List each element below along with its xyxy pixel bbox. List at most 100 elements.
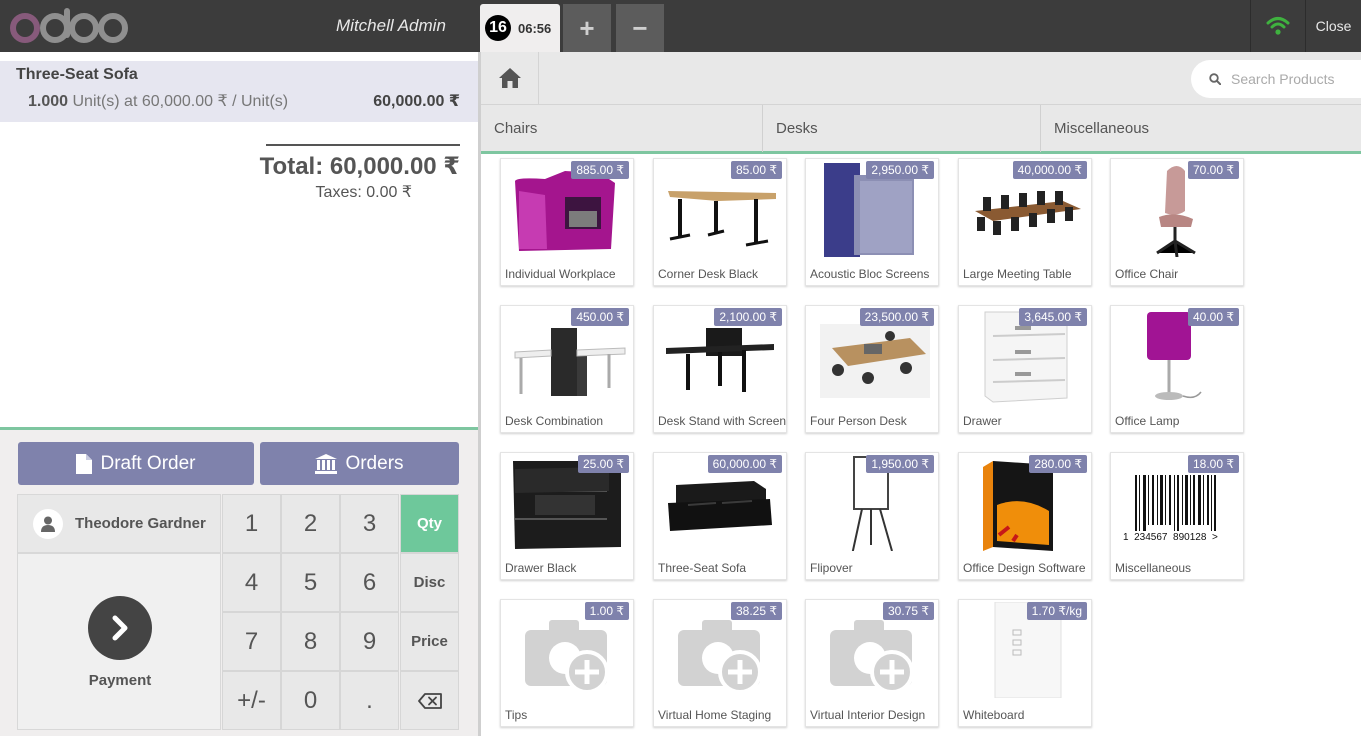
- product-card[interactable]: 1,950.00 ₹ Flipover: [805, 452, 939, 580]
- product-name: Acoustic Bloc Screens: [810, 267, 930, 281]
- product-name: Drawer Black: [505, 561, 577, 575]
- orders-label: Orders: [345, 452, 404, 474]
- product-name: Corner Desk Black: [658, 267, 759, 281]
- product-price: 1.70 ₹/kg: [1026, 602, 1087, 620]
- orders-button[interactable]: Orders: [260, 442, 459, 485]
- close-button[interactable]: Close: [1305, 0, 1361, 52]
- product-topbar: [481, 52, 1361, 104]
- numpad: 1 2 3 Qty 4 5 6 Disc 7 8 9 Price +/- 0 .: [222, 494, 459, 730]
- product-name: Office Chair: [1115, 267, 1179, 281]
- product-price: 60,000.00 ₹: [707, 455, 782, 473]
- order-line-unit: Unit(s) at 60,000.00 ₹ / Unit(s): [72, 93, 289, 110]
- product-card[interactable]: 70.00 ₹ Office Chair: [1110, 158, 1244, 286]
- backspace-button[interactable]: [400, 671, 459, 730]
- product-price: 38.25 ₹: [731, 602, 782, 620]
- add-order-button[interactable]: +: [563, 4, 611, 52]
- order-number-badge: 16: [485, 15, 511, 41]
- product-card[interactable]: 2,950.00 ₹ Acoustic Bloc Screens: [805, 158, 939, 286]
- category-bar: Chairs Desks Miscellaneous: [481, 104, 1361, 154]
- product-card[interactable]: 25.00 ₹ Drawer Black: [500, 452, 634, 580]
- order-container: Three-Seat Sofa 1.000 Unit(s) at 60,000.…: [0, 52, 478, 430]
- product-card[interactable]: 450.00 ₹ Desk Combination: [500, 305, 634, 433]
- mode-disc-button[interactable]: Disc: [400, 553, 459, 612]
- product-price: 885.00 ₹: [571, 161, 629, 179]
- product-card[interactable]: 280.00 ₹ Office Design Software: [958, 452, 1092, 580]
- numpad-key-4[interactable]: 4: [222, 553, 281, 612]
- product-price: 70.00 ₹: [1188, 161, 1239, 179]
- product-list: 885.00 ₹ Individual Workplace 85.00 ₹ Co…: [481, 154, 1361, 736]
- category-miscellaneous[interactable]: Miscellaneous: [1041, 105, 1361, 152]
- bank-icon: [315, 453, 338, 474]
- numpad-key-plus-minus[interactable]: +/-: [222, 671, 281, 730]
- search-box[interactable]: [1191, 60, 1361, 98]
- numpad-key-3[interactable]: 3: [340, 494, 399, 553]
- product-screen: Chairs Desks Miscellaneous 885.00 ₹ Indi…: [478, 52, 1361, 736]
- product-name: Desk Stand with Screen: [658, 414, 787, 428]
- user-icon: [33, 508, 63, 539]
- search-input[interactable]: [1231, 71, 1351, 87]
- numpad-key-2[interactable]: 2: [281, 494, 340, 553]
- payment-label: Payment: [88, 672, 152, 689]
- draft-order-button[interactable]: Draft Order: [18, 442, 254, 485]
- product-name: Flipover: [810, 561, 853, 575]
- product-name: Drawer: [963, 414, 1002, 428]
- top-bar: Mitchell Admin 16 06:56 + − Close: [0, 0, 1361, 52]
- category-chairs[interactable]: Chairs: [481, 105, 763, 152]
- barcode-text: 1 234567 890128 >: [1123, 532, 1218, 543]
- order-line-info: 1.000 Unit(s) at 60,000.00 ₹ / Unit(s): [28, 91, 288, 111]
- cashier-name[interactable]: Mitchell Admin: [336, 16, 446, 36]
- product-name: Office Lamp: [1115, 414, 1180, 428]
- product-name: Virtual Home Staging: [658, 708, 772, 722]
- product-card[interactable]: 38.25 ₹ Virtual Home Staging: [653, 599, 787, 727]
- product-name: Four Person Desk: [810, 414, 907, 428]
- numpad-key-1[interactable]: 1: [222, 494, 281, 553]
- product-card[interactable]: 1.00 ₹ Tips: [500, 599, 634, 727]
- order-tab-16[interactable]: 16 06:56: [480, 4, 560, 52]
- order-taxes: Taxes: 0.00 ₹: [315, 184, 412, 201]
- search-icon: [1209, 73, 1221, 85]
- order-line-selected[interactable]: Three-Seat Sofa 1.000 Unit(s) at 60,000.…: [0, 61, 478, 122]
- product-card[interactable]: 40.00 ₹ Office Lamp: [1110, 305, 1244, 433]
- product-card[interactable]: 885.00 ₹ Individual Workplace: [500, 158, 634, 286]
- product-price: 85.00 ₹: [731, 161, 782, 179]
- order-total: Total: 60,000.00 ₹: [259, 153, 460, 180]
- numpad-key-6[interactable]: 6: [340, 553, 399, 612]
- product-card[interactable]: 40,000.00 ₹ Large Meeting Table: [958, 158, 1092, 286]
- home-icon: [498, 68, 521, 88]
- product-price: 25.00 ₹: [578, 455, 629, 473]
- mode-price-button[interactable]: Price: [400, 612, 459, 671]
- product-card[interactable]: 30.75 ₹ Virtual Interior Design: [805, 599, 939, 727]
- product-card[interactable]: 3,645.00 ₹ Drawer: [958, 305, 1092, 433]
- product-name: Office Design Software: [963, 561, 1086, 575]
- wifi-icon[interactable]: [1250, 0, 1305, 52]
- product-name: Desk Combination: [505, 414, 604, 428]
- product-price: 18.00 ₹: [1188, 455, 1239, 473]
- product-name: Tips: [505, 708, 528, 722]
- product-card[interactable]: 1 234567 890128 > 18.00 ₹ Miscellaneous: [1110, 452, 1244, 580]
- product-card[interactable]: 23,500.00 ₹ Four Person Desk: [805, 305, 939, 433]
- odoo-logo: [8, 6, 130, 46]
- home-category-button[interactable]: [481, 52, 539, 104]
- numpad-key-5[interactable]: 5: [281, 553, 340, 612]
- product-card[interactable]: 2,100.00 ₹ Desk Stand with Screen: [653, 305, 787, 433]
- numpad-key-8[interactable]: 8: [281, 612, 340, 671]
- numpad-key-7[interactable]: 7: [222, 612, 281, 671]
- numpad-key-dot[interactable]: .: [340, 671, 399, 730]
- order-line-qty: 1.000: [28, 93, 69, 110]
- mode-qty-button[interactable]: Qty: [400, 494, 459, 553]
- product-card[interactable]: 85.00 ₹ Corner Desk Black: [653, 158, 787, 286]
- product-name: Virtual Interior Design: [810, 708, 926, 722]
- product-card[interactable]: 60,000.00 ₹ Three-Seat Sofa: [653, 452, 787, 580]
- product-price: 1,950.00 ₹: [866, 455, 934, 473]
- remove-order-button[interactable]: −: [616, 4, 664, 52]
- numpad-key-0[interactable]: 0: [281, 671, 340, 730]
- category-desks[interactable]: Desks: [763, 105, 1041, 152]
- payment-button[interactable]: Payment: [17, 553, 221, 730]
- customer-button[interactable]: Theodore Gardner: [17, 494, 221, 553]
- product-price: 1.00 ₹: [584, 602, 629, 620]
- draft-order-label: Draft Order: [100, 452, 196, 474]
- product-price: 2,100.00 ₹: [714, 308, 782, 326]
- product-price: 30.75 ₹: [883, 602, 934, 620]
- numpad-key-9[interactable]: 9: [340, 612, 399, 671]
- product-card[interactable]: 1.70 ₹/kg Whiteboard: [958, 599, 1092, 727]
